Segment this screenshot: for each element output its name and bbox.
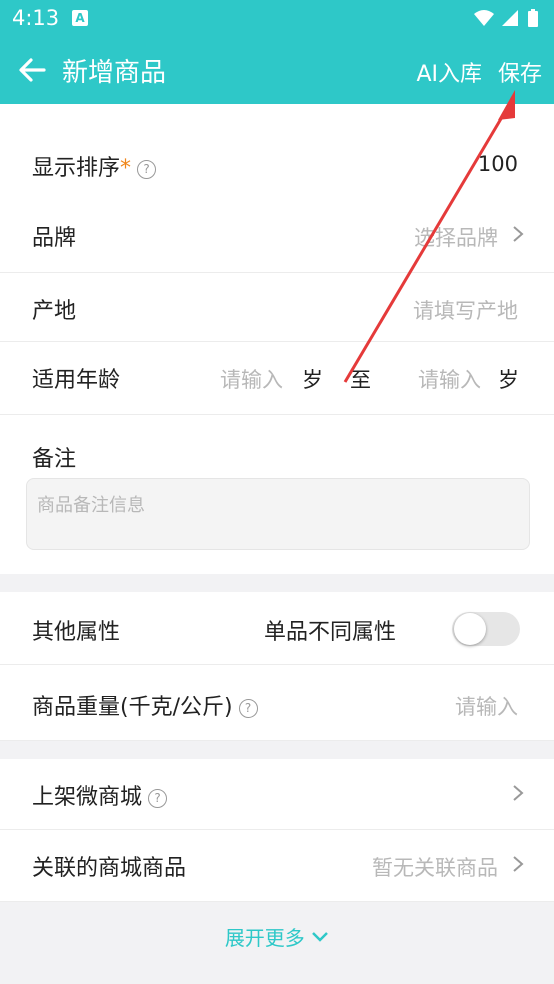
- origin-input[interactable]: 请填写产地: [413, 295, 518, 325]
- linked-products-row[interactable]: 关联的商城商品 暂无关联商品: [0, 830, 554, 902]
- page-title: 新增商品: [62, 58, 167, 88]
- notification-icon: A: [72, 10, 88, 26]
- age-separator: 至: [350, 368, 371, 392]
- status-icons: [474, 9, 538, 27]
- linked-value: 暂无关联商品: [372, 856, 498, 880]
- wifi-icon: [474, 10, 494, 26]
- age-from-input[interactable]: 请输入: [220, 364, 283, 394]
- app-bar: 新增商品 AI入库 保存: [0, 36, 554, 104]
- notes-textarea[interactable]: 商品备注信息: [26, 478, 530, 550]
- expand-more-button[interactable]: 展开更多: [0, 902, 554, 974]
- linked-label: 关联的商城商品: [32, 856, 187, 881]
- toggle-knob: [454, 613, 486, 645]
- help-icon[interactable]: ?: [238, 699, 258, 718]
- age-to-input[interactable]: 请输入: [418, 364, 481, 394]
- weight-input[interactable]: 请输入: [455, 691, 518, 721]
- variant-attrs-toggle[interactable]: [452, 612, 520, 646]
- weight-label: 商品重量(千克/公斤): [32, 695, 233, 720]
- required-mark: *: [120, 156, 132, 181]
- status-time: 4:13: [12, 6, 60, 30]
- age-from-unit: 岁: [302, 368, 323, 392]
- display-order-value[interactable]: 100: [478, 152, 518, 176]
- save-button[interactable]: 保存: [498, 56, 542, 88]
- brand-label: 品牌: [32, 226, 77, 251]
- display-order-row[interactable]: 显示排序*? 100: [0, 130, 554, 201]
- chevron-down-icon: [312, 932, 329, 942]
- battery-icon: [528, 11, 538, 27]
- brand-row[interactable]: 品牌 选择品牌: [0, 200, 554, 273]
- signal-icon: [502, 10, 518, 26]
- weight-row: 商品重量(千克/公斤)? 请输入: [0, 665, 554, 741]
- other-attrs-label: 其他属性: [32, 620, 121, 645]
- shop-label: 上架微商城: [32, 785, 143, 810]
- help-icon[interactable]: ?: [137, 160, 157, 179]
- origin-label: 产地: [32, 299, 77, 324]
- chevron-right-icon: [513, 856, 524, 872]
- notes-placeholder: 商品备注信息: [37, 495, 145, 516]
- chevron-right-icon: [513, 785, 524, 801]
- display-order-label: 显示排序: [32, 156, 121, 181]
- toggle-label: 单品不同属性: [264, 620, 397, 645]
- brand-placeholder: 选择品牌: [414, 226, 498, 250]
- shop-row[interactable]: 上架微商城?: [0, 759, 554, 830]
- age-to-unit: 岁: [498, 368, 519, 392]
- back-arrow-icon[interactable]: [16, 54, 48, 86]
- notes-label: 备注: [32, 447, 77, 472]
- help-icon[interactable]: ?: [148, 789, 168, 808]
- age-label: 适用年龄: [32, 368, 121, 393]
- status-bar: 4:13 A: [0, 0, 554, 36]
- expand-more-label: 展开更多: [224, 926, 305, 950]
- chevron-right-icon: [513, 226, 524, 242]
- age-row: 适用年龄 请输入 岁 至 请输入 岁: [0, 342, 554, 415]
- ai-import-button[interactable]: AI入库: [416, 56, 482, 88]
- origin-row[interactable]: 产地 请填写产地: [0, 273, 554, 342]
